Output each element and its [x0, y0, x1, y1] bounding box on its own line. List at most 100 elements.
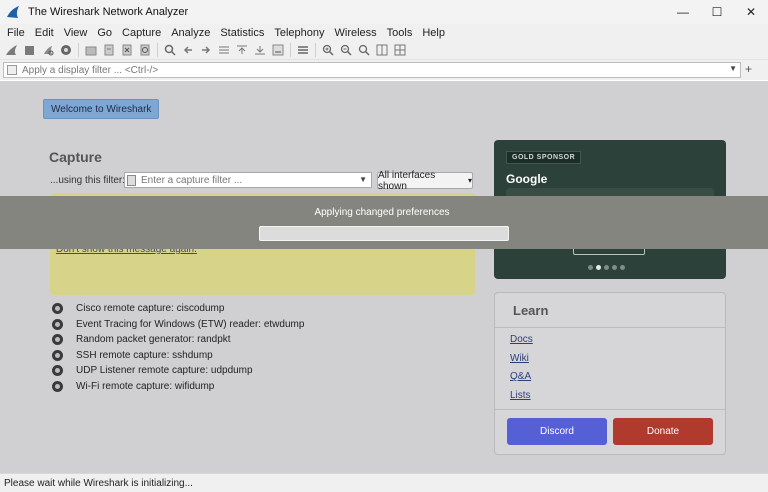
progress-bar — [259, 226, 509, 241]
display-filter-input[interactable]: Apply a display filter ... <Ctrl-/> ▼ — [3, 62, 741, 78]
menu-tools[interactable]: Tools — [382, 27, 418, 39]
display-filter-placeholder: Apply a display filter ... <Ctrl-/> — [22, 64, 159, 76]
autoscroll-icon[interactable] — [269, 43, 286, 58]
capture-filter-input[interactable]: Enter a capture filter ... ▼ — [124, 172, 372, 188]
interface-name: Event Tracing for Windows (ETW) reader: … — [76, 318, 305, 330]
toolbar-separator — [290, 43, 291, 57]
close-file-icon[interactable] — [118, 43, 135, 58]
learn-title: Learn — [513, 303, 549, 318]
back-icon[interactable] — [179, 43, 196, 58]
toolbar-separator — [315, 43, 316, 57]
capture-heading: Capture — [49, 149, 102, 165]
zoom-out-icon[interactable] — [337, 43, 354, 58]
chevron-down-icon[interactable]: ▼ — [729, 64, 737, 73]
maximize-button[interactable]: ☐ — [700, 0, 734, 24]
zoom-normal-icon[interactable] — [355, 43, 372, 58]
progress-overlay: Applying changed preferences — [0, 196, 768, 249]
list-item[interactable]: Event Tracing for Windows (ETW) reader: … — [52, 317, 304, 333]
status-text: Please wait while Wireshark is initializ… — [4, 477, 193, 489]
progress-message: Applying changed preferences — [0, 207, 768, 218]
interface-name: Cisco remote capture: ciscodump — [76, 303, 225, 315]
window-title: The Wireshark Network Analyzer — [28, 6, 189, 18]
layout-icon[interactable] — [391, 43, 408, 58]
sponsor-badge: GOLD SPONSOR — [506, 151, 582, 164]
lists-link[interactable]: Lists — [510, 390, 533, 409]
interface-list: Cisco remote capture: ciscodump Event Tr… — [52, 301, 304, 394]
gear-icon — [52, 380, 63, 392]
minimize-button[interactable]: — — [666, 0, 700, 24]
save-file-icon[interactable] — [100, 43, 117, 58]
menu-bar: File Edit View Go Capture Analyze Statis… — [0, 24, 768, 41]
qa-link[interactable]: Q&A — [510, 371, 533, 390]
bookmark-icon[interactable] — [127, 174, 136, 186]
open-file-icon[interactable] — [82, 43, 99, 58]
caret-down-icon: ▾ — [467, 176, 472, 185]
divider — [495, 327, 725, 328]
interface-name: SSH remote capture: sshdump — [76, 349, 213, 361]
interfaces-shown-label: All interfaces shown — [378, 169, 436, 192]
carousel-dot[interactable] — [588, 265, 593, 270]
menu-help[interactable]: Help — [417, 27, 450, 39]
close-button[interactable]: ✕ — [734, 0, 768, 24]
restart-icon[interactable] — [39, 43, 56, 58]
using-filter-label: ...using this filter: — [50, 175, 126, 186]
carousel-dot[interactable] — [612, 265, 617, 270]
shark-fin-start-icon[interactable] — [3, 43, 20, 58]
learn-links: Docs Wiki Q&A Lists — [510, 334, 533, 408]
display-filter-bar: Apply a display filter ... <Ctrl-/> ▼ — [0, 60, 768, 80]
menu-capture[interactable]: Capture — [117, 27, 166, 39]
status-bar: Please wait while Wireshark is initializ… — [0, 473, 768, 492]
welcome-page: Welcome to Wireshark Capture ...using th… — [0, 81, 768, 473]
gear-icon — [52, 318, 63, 330]
forward-icon[interactable] — [197, 43, 214, 58]
menu-analyze[interactable]: Analyze — [166, 27, 215, 39]
donate-button[interactable]: Donate — [613, 418, 713, 445]
menu-telephony[interactable]: Telephony — [269, 27, 329, 39]
gear-icon — [52, 303, 63, 315]
chevron-down-icon[interactable]: ▼ — [359, 175, 367, 184]
bookmark-icon[interactable] — [7, 65, 17, 75]
menu-file[interactable]: File — [2, 27, 30, 39]
list-item[interactable]: Cisco remote capture: ciscodump — [52, 301, 304, 317]
interface-name: Wi-Fi remote capture: wifidump — [76, 380, 215, 392]
find-icon[interactable] — [161, 43, 178, 58]
list-item[interactable]: SSH remote capture: sshdump — [52, 348, 304, 364]
menu-go[interactable]: Go — [92, 27, 117, 39]
add-filter-button[interactable]: + — [745, 62, 752, 76]
menu-edit[interactable]: Edit — [30, 27, 59, 39]
interfaces-shown-dropdown[interactable]: All interfaces shown ▾ — [377, 169, 473, 192]
window-controls: — ☐ ✕ — [666, 0, 768, 24]
main-toolbar — [0, 41, 768, 60]
gear-icon — [52, 349, 63, 361]
stop-icon[interactable] — [21, 43, 38, 58]
list-item[interactable]: UDP Listener remote capture: udpdump — [52, 363, 304, 379]
list-item[interactable]: Wi-Fi remote capture: wifidump — [52, 379, 304, 395]
reload-icon[interactable] — [136, 43, 153, 58]
go-to-packet-icon[interactable] — [215, 43, 232, 58]
carousel-dots — [588, 265, 628, 270]
interface-name: Random packet generator: randpkt — [76, 334, 231, 346]
welcome-button[interactable]: Welcome to Wireshark — [43, 99, 160, 119]
colorize-icon[interactable] — [294, 43, 311, 58]
list-item[interactable]: Random packet generator: randpkt — [52, 332, 304, 348]
zoom-in-icon[interactable] — [319, 43, 336, 58]
first-packet-icon[interactable] — [233, 43, 250, 58]
resize-columns-icon[interactable] — [373, 43, 390, 58]
title-bar: The Wireshark Network Analyzer — ☐ ✕ — [0, 0, 768, 24]
menu-view[interactable]: View — [59, 27, 93, 39]
discord-button[interactable]: Discord — [507, 418, 607, 445]
menu-statistics[interactable]: Statistics — [215, 27, 269, 39]
wireshark-logo-icon — [7, 6, 19, 18]
wiki-link[interactable]: Wiki — [510, 353, 533, 372]
carousel-dot-active[interactable] — [596, 265, 601, 270]
gear-icon — [52, 334, 63, 346]
carousel-dot[interactable] — [604, 265, 609, 270]
carousel-dot[interactable] — [620, 265, 625, 270]
options-icon[interactable] — [57, 43, 74, 58]
sponsor-name: Google — [506, 172, 548, 186]
last-packet-icon[interactable] — [251, 43, 268, 58]
menu-wireless[interactable]: Wireless — [330, 27, 382, 39]
gear-icon — [52, 365, 63, 377]
progress-message-text: Applying changed preferences — [314, 207, 450, 218]
docs-link[interactable]: Docs — [510, 334, 533, 353]
